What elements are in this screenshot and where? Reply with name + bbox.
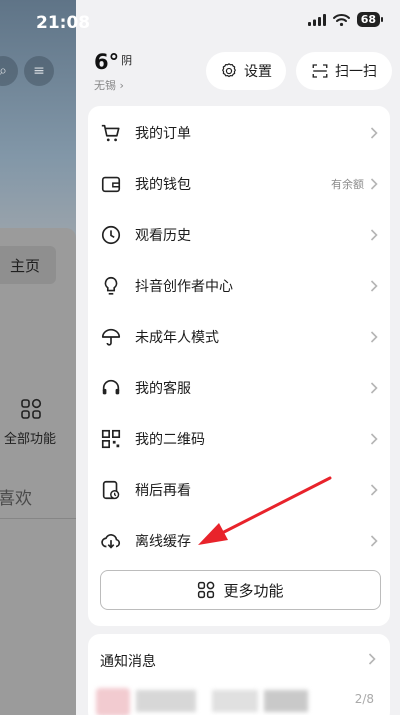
temperature: 6° bbox=[94, 50, 120, 74]
chevron-right-icon bbox=[370, 483, 378, 496]
headset-icon bbox=[102, 379, 120, 394]
grid-icon bbox=[198, 581, 215, 599]
notification-title: 通知消息 bbox=[100, 654, 156, 670]
weather-widget[interactable]: 6° 阴 无锡 › bbox=[94, 52, 132, 93]
menu-item-label: 我的钱包 bbox=[135, 176, 191, 193]
bg-tab-home-label: 主页 bbox=[9, 256, 40, 275]
menu-card: 我的订单 我的钱包 有余额 观看历史 抖音创作者中心 未成年人模式 我的客服 我… bbox=[88, 106, 390, 626]
bg-like-label: 喜欢 bbox=[0, 489, 32, 509]
qrcode-icon bbox=[101, 429, 121, 448]
menu-item-history[interactable]: 观看历史 bbox=[88, 209, 390, 260]
blurred-text bbox=[136, 690, 196, 712]
notification-page-count: 2/8 bbox=[354, 692, 374, 706]
menu-item-customer-service[interactable]: 我的客服 bbox=[88, 362, 390, 413]
chevron-right-icon bbox=[368, 653, 376, 665]
menu-item-watch-later[interactable]: 稍后再看 bbox=[88, 464, 390, 515]
menu-item-label: 离线缓存 bbox=[135, 533, 191, 550]
menu-item-label: 观看历史 bbox=[135, 227, 191, 244]
wifi-icon bbox=[332, 13, 350, 26]
side-drawer: 6° 阴 无锡 › 设置 扫一扫 我的订单 我的钱包 有余额 观看历史 抖音创作… bbox=[76, 0, 400, 715]
cloud-download-icon bbox=[101, 533, 121, 549]
menu-item-orders[interactable]: 我的订单 bbox=[88, 107, 390, 158]
menu-item-creator-center[interactable]: 抖音创作者中心 bbox=[88, 260, 390, 311]
chevron-right-icon bbox=[370, 228, 378, 241]
settings-label: 设置 bbox=[244, 64, 272, 80]
grid-icon bbox=[21, 398, 42, 419]
chevron-right-icon bbox=[370, 381, 378, 394]
menu-item-qrcode[interactable]: 我的二维码 bbox=[88, 413, 390, 464]
bg-content-card bbox=[0, 228, 76, 715]
menu-item-label: 稍后再看 bbox=[135, 482, 191, 499]
wallet-balance-hint: 有余额 bbox=[331, 177, 364, 191]
weather-condition: 阴 bbox=[121, 54, 133, 67]
city-name: 无锡 bbox=[94, 79, 116, 92]
lightbulb-icon bbox=[104, 276, 118, 295]
status-icons: 68 bbox=[307, 12, 384, 27]
blurred-text bbox=[264, 690, 308, 712]
menu-item-minor-mode[interactable]: 未成年人模式 bbox=[88, 311, 390, 362]
menu-item-label: 抖音创作者中心 bbox=[135, 278, 233, 295]
bg-divider bbox=[0, 518, 76, 519]
chevron-right-icon bbox=[370, 330, 378, 343]
bg-tab-home: 主页 bbox=[0, 246, 56, 284]
more-features-button[interactable]: 更多功能 bbox=[100, 570, 381, 610]
menu-item-label: 我的二维码 bbox=[135, 431, 205, 448]
city-chevron-icon: › bbox=[116, 79, 124, 92]
settings-button[interactable]: 设置 bbox=[206, 52, 286, 90]
watch-later-icon bbox=[102, 480, 120, 499]
cart-icon bbox=[101, 124, 120, 141]
bg-all-features-label: 全部功能 bbox=[4, 432, 57, 447]
chevron-right-icon bbox=[370, 432, 378, 445]
chevron-right-icon bbox=[370, 534, 378, 547]
chevron-right-icon bbox=[370, 177, 378, 190]
bg-menu-icon: ≡ bbox=[24, 56, 54, 86]
gear-icon bbox=[222, 63, 236, 78]
chevron-right-icon bbox=[370, 126, 378, 139]
chevron-right-icon bbox=[370, 279, 378, 292]
bg-search-icon: ⌕ bbox=[0, 56, 18, 86]
battery-indicator: 68 bbox=[356, 12, 384, 27]
menu-item-wallet[interactable]: 我的钱包 有余额 bbox=[88, 158, 390, 209]
status-time: 21:08 bbox=[36, 13, 91, 33]
scan-icon bbox=[312, 64, 328, 78]
signal-icon bbox=[307, 13, 326, 26]
umbrella-icon bbox=[101, 328, 121, 346]
menu-item-label: 我的订单 bbox=[135, 125, 191, 142]
notification-card[interactable]: 通知消息 2/8 bbox=[88, 634, 390, 715]
menu-item-offline-cache[interactable]: 离线缓存 bbox=[88, 515, 390, 566]
scan-label: 扫一扫 bbox=[335, 64, 377, 80]
blurred-text bbox=[212, 690, 258, 712]
blurred-avatar bbox=[96, 688, 130, 715]
wallet-icon bbox=[101, 176, 121, 192]
clock-icon bbox=[101, 225, 121, 244]
menu-item-label: 未成年人模式 bbox=[135, 329, 219, 346]
scan-button[interactable]: 扫一扫 bbox=[296, 52, 392, 90]
menu-item-label: 我的客服 bbox=[135, 380, 191, 397]
more-features-label: 更多功能 bbox=[223, 581, 284, 600]
